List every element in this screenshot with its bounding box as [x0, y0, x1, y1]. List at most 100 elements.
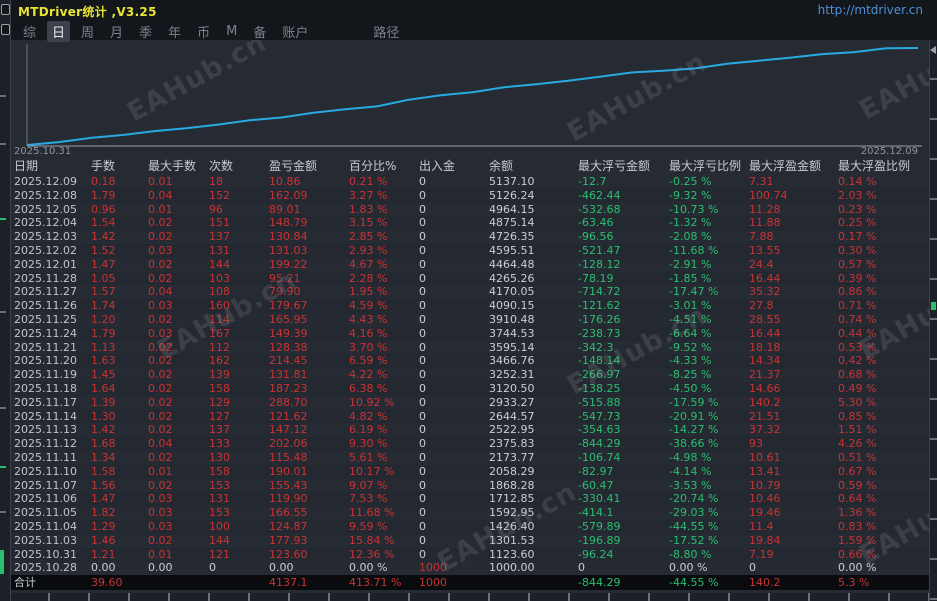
cell-lots: 1.47 [91, 492, 116, 506]
table-row[interactable]: 2025.11.20 1.63 0.02 162 214.45 6.59 % 0 3466.7… [10, 354, 930, 369]
column-header-cash_flow[interactable]: 出入金 [419, 158, 489, 175]
column-header-lots[interactable]: 手数 [91, 158, 148, 175]
cell-lots: 1.20 [91, 312, 116, 326]
total-cell-max_float_loss: -844.29 [578, 576, 621, 590]
cell-count: 153 [209, 478, 230, 492]
cell-lots: 1.82 [91, 506, 116, 520]
cell-profit: 95.21 [269, 271, 301, 285]
table-row[interactable]: 2025.11.13 1.42 0.02 137 147.12 6.19 % 0 2522.9… [10, 423, 930, 437]
cell-cash_flow: 0 [419, 188, 426, 202]
column-header-count[interactable]: 次数 [209, 158, 269, 175]
cell-count: 137 [209, 423, 230, 437]
table-row[interactable]: 2025.11.10 1.58 0.01 158 190.01 10.17 % 0 2058.… [10, 464, 930, 479]
cell-profit: 130.84 [269, 230, 308, 244]
cell-pct: 3.15 % [349, 216, 388, 230]
column-header-max_float_loss[interactable]: 最大浮亏金额 [578, 158, 669, 175]
column-header-max_lots[interactable]: 最大手数 [148, 158, 209, 175]
table-row[interactable]: 2025.11.28 1.05 0.02 103 95.21 2.28 % 0 4265.26… [10, 271, 930, 286]
table-row[interactable]: 2025.11.17 1.39 0.02 129 288.70 10.92 % 0 2933.… [10, 396, 930, 410]
menu-item-4[interactable]: 月 [105, 21, 128, 42]
menu-item-7[interactable]: 币 [192, 21, 215, 42]
chart-start-date: 2025.10.31 [14, 146, 72, 157]
table-row[interactable]: 2025.12.09 0.18 0.01 18 10.86 0.21 % 0 5137.10 -… [10, 175, 930, 189]
menu-item-3[interactable]: 周 [76, 21, 99, 42]
cell-lots: 1.57 [91, 285, 116, 299]
cell-max_lots: 0.01 [148, 202, 173, 216]
menu-item-2[interactable]: 日 [47, 20, 71, 42]
right-arrow-icon [930, 46, 936, 54]
cell-profit: 202.06 [269, 437, 308, 451]
table-row[interactable]: 2025.11.25 1.20 0.02 114 165.95 4.43 % 0 3910.4… [10, 313, 930, 327]
table-row[interactable]: 2025.12.03 1.42 0.02 137 130.84 2.85 % 0 4726.3… [10, 230, 930, 244]
cell-lots: 1.47 [91, 257, 116, 271]
table-row[interactable]: 2025.12.05 0.96 0.01 96 89.01 1.83 % 0 4964.15 -… [10, 203, 930, 217]
table-row[interactable]: 2025.11.12 1.68 0.04 133 202.06 9.30 % 0 2375.8… [10, 437, 930, 451]
cell-max_float_profit_pct: 0.17 % [838, 230, 877, 244]
table-row[interactable]: 2025.11.21 1.13 0.02 112 128.38 3.70 % 0 3595.1… [10, 341, 930, 355]
cell-cash_flow: 0 [419, 533, 426, 547]
cell-max_float_profit: 14.66 [749, 381, 781, 395]
cell-pct: 3.70 % [349, 340, 388, 354]
table-row[interactable]: 2025.12.01 1.47 0.02 144 199.22 4.67 % 0 4464.4… [10, 258, 930, 272]
table-row[interactable]: 2025.11.04 1.29 0.03 100 124.87 9.59 % 0 1426.4… [10, 519, 930, 534]
total-cell-cash_flow: 1000 [419, 576, 447, 590]
cell-max_float_profit: 19.46 [749, 506, 781, 520]
cell-max_float_loss: -12.7 [578, 175, 607, 188]
cell-max_float_profit: 11.88 [749, 216, 781, 230]
cell-pct: 0.00 % [349, 561, 388, 575]
cell-balance: 2933.27 [489, 395, 535, 409]
cell-max_lots: 0.04 [148, 285, 173, 299]
table-row[interactable]: 2025.10.31 1.21 0.01 121 123.60 12.36 % 0 1123.… [10, 547, 930, 562]
cell-cash_flow: 0 [419, 464, 426, 478]
table-row[interactable]: 2025.11.19 1.45 0.02 139 131.81 4.22 % 0 3252.3… [10, 368, 930, 382]
vendor-url-link[interactable]: http://mtdriver.cn [818, 3, 923, 17]
cell-balance: 4964.15 [489, 202, 535, 216]
column-header-max_float_profit_pct[interactable]: 最大浮盈比例 [838, 158, 930, 175]
cell-max_float_profit: 14.34 [749, 354, 781, 368]
menu-item-10[interactable]: 账户 [277, 21, 313, 42]
menu-item-6[interactable]: 年 [163, 21, 186, 42]
table-row[interactable]: 2025.11.05 1.82 0.03 153 166.55 11.68 % 0 1592.… [10, 506, 930, 520]
column-header-pct[interactable]: 百分比% [349, 158, 419, 175]
column-header-date[interactable]: 日期 [14, 158, 91, 175]
table-row[interactable]: 2025.12.08 1.79 0.04 152 162.09 3.27 % 0 5126.2… [10, 188, 930, 203]
table-row[interactable]: 2025.11.18 1.64 0.02 158 187.23 6.38 % 0 3120.5… [10, 381, 930, 396]
cell-lots: 0.00 [91, 561, 116, 575]
table-row[interactable]: 2025.11.03 1.46 0.02 144 177.93 15.84 % 0 1301.… [10, 534, 930, 548]
cell-count: 151 [209, 216, 230, 230]
cell-balance: 1592.95 [489, 506, 535, 520]
cell-count: 121 [209, 547, 230, 561]
table-row[interactable]: 2025.10.28 0.00 0.00 0 0.00 0.00 % 1000 1000.00… [10, 561, 930, 575]
table-row[interactable]: 2025.11.14 1.30 0.02 127 121.62 4.82 % 0 2644.5… [10, 409, 930, 424]
cell-max_lots: 0.00 [148, 561, 173, 575]
menu-item-1[interactable]: 综 [18, 21, 41, 42]
column-header-max_float_profit[interactable]: 最大浮盈金额 [749, 158, 838, 175]
table-row[interactable]: 2025.11.27 1.57 0.04 108 79.90 1.95 % 0 4170.05… [10, 285, 930, 299]
column-header-balance[interactable]: 余额 [489, 158, 578, 175]
column-header-profit[interactable]: 盈亏金额 [269, 158, 349, 175]
cell-pct: 2.93 % [349, 243, 388, 257]
left-mini-button-top[interactable] [1, 4, 10, 15]
cell-pct: 0.21 % [349, 175, 388, 188]
cell-pct: 4.67 % [349, 257, 388, 271]
menu-item-5[interactable]: 季 [134, 21, 157, 42]
cell-max_float_profit_pct: 1.59 % [838, 533, 877, 547]
cell-max_float_profit_pct: 2.03 % [838, 188, 877, 202]
menu-item-9[interactable]: 备 [248, 21, 271, 42]
table-row[interactable]: 2025.11.07 1.56 0.02 153 155.43 9.07 % 0 1868.2… [10, 479, 930, 493]
table-row[interactable]: 2025.11.11 1.34 0.02 130 115.48 5.61 % 0 2173.7… [10, 451, 930, 465]
column-header-max_float_loss_pct[interactable]: 最大浮亏比例 [669, 158, 749, 175]
cell-max_float_loss: -547.73 [578, 409, 621, 423]
cell-max_float_loss: -714.72 [578, 285, 621, 299]
table-row[interactable]: 2025.11.24 1.79 0.03 167 149.39 4.16 % 0 3744.5… [10, 326, 930, 341]
table-row[interactable]: 2025.12.04 1.54 0.02 151 148.79 3.15 % 0 4875.1… [10, 216, 930, 231]
table-row[interactable]: 2025.12.02 1.52 0.03 131 131.03 2.93 % 0 4595.5… [10, 243, 930, 258]
menu-item-8[interactable]: M [221, 23, 242, 40]
cell-max_float_profit_pct: 0.23 % [838, 202, 877, 216]
table-row[interactable]: 2025.11.06 1.47 0.03 131 119.90 7.53 % 0 1712.8… [10, 492, 930, 507]
cell-max_float_loss_pct: -17.59 % [669, 395, 719, 409]
cell-max_float_loss: -414.1 [578, 506, 614, 520]
table-row[interactable]: 2025.11.26 1.74 0.03 160 179.67 4.59 % 0 4090.1… [10, 299, 930, 313]
left-mini-button-bottom[interactable] [1, 24, 10, 35]
menu-item-path[interactable]: 路径 [373, 22, 399, 41]
